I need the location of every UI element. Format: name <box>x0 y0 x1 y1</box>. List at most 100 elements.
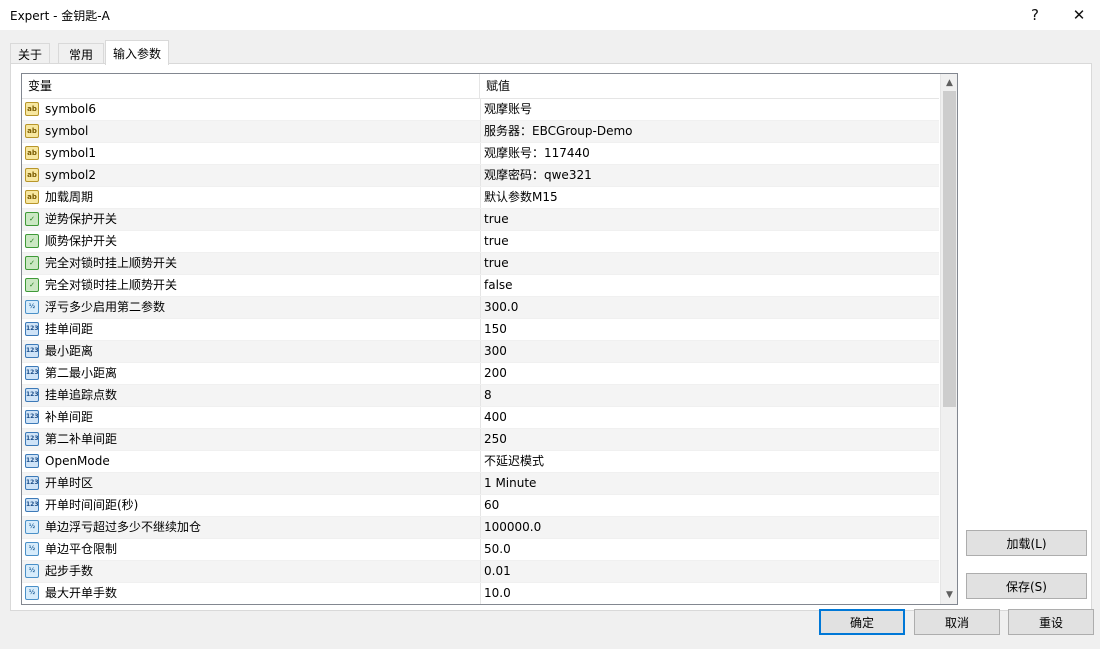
value-cell[interactable]: 200 <box>480 363 943 384</box>
variable-name: 挂单追踪点数 <box>45 388 118 402</box>
variable-cell: 123 最小距离 <box>22 341 479 362</box>
table-row[interactable]: 123 开单时间间距(秒) 60 <box>22 495 939 517</box>
tab-common[interactable]: 常用 <box>58 43 104 64</box>
variable-cell: ✓ 逆势保护开关 <box>22 209 479 230</box>
variable-cell: ✓ 完全对锁时挂上顺势开关 <box>22 275 479 296</box>
table-row[interactable]: ab symbol 服务器：EBCGroup-Demo <box>22 121 939 143</box>
table-row[interactable]: 123 最小距离 300 <box>22 341 939 363</box>
cancel-button[interactable]: 取消 <box>914 609 1000 635</box>
int-icon: 123 <box>25 388 39 402</box>
value-cell[interactable]: 150 <box>480 319 943 340</box>
variable-name: 最大开单手数 <box>45 586 118 600</box>
variable-name: 逆势保护开关 <box>45 212 118 226</box>
variable-name: symbol6 <box>45 102 96 116</box>
table-row[interactable]: 123 挂单间距 150 <box>22 319 939 341</box>
table-row[interactable]: 123 OpenMode 不延迟模式 <box>22 451 939 473</box>
variable-cell: 123 第二最小距离 <box>22 363 479 384</box>
tab-inputs[interactable]: 输入参数 <box>105 40 169 65</box>
variable-name: 补单间距 <box>45 410 94 424</box>
table-row[interactable]: ½ 浮亏多少启用第二参数 300.0 <box>22 297 939 319</box>
title-bar: Expert - 金钥匙-A ? ✕ <box>0 0 1100 30</box>
value-cell[interactable]: 不延迟模式 <box>480 451 943 472</box>
value-cell[interactable]: 10.0 <box>480 583 943 604</box>
double-icon: ½ <box>25 586 39 600</box>
scroll-up-arrow-icon[interactable]: ▲ <box>941 74 957 91</box>
table-row[interactable]: 123 挂单追踪点数 8 <box>22 385 939 407</box>
table-body: ab symbol6 观摩账号 ab symbol 服务器：EBCGroup-Demo ab… <box>22 99 939 604</box>
table-row[interactable]: ½ 单边浮亏超过多少不继续加仓 100000.0 <box>22 517 939 539</box>
variable-name: 加载周期 <box>45 190 94 204</box>
table-row[interactable]: 123 开单时区 1 Minute <box>22 473 939 495</box>
help-icon: ? <box>1031 6 1039 24</box>
table-row[interactable]: ab symbol6 观摩账号 <box>22 99 939 121</box>
value-cell[interactable]: 50.0 <box>480 539 943 560</box>
value-cell[interactable]: 8 <box>480 385 943 406</box>
variable-cell: ab symbol <box>22 121 479 142</box>
bool-icon: ✓ <box>25 278 39 292</box>
double-icon: ½ <box>25 542 39 556</box>
value-cell[interactable]: true <box>480 253 943 274</box>
value-cell[interactable]: 默认参数M15 <box>480 187 943 208</box>
close-button[interactable]: ✕ <box>1056 0 1100 30</box>
value-cell[interactable]: false <box>480 275 943 296</box>
int-icon: 123 <box>25 432 39 446</box>
column-header-variable[interactable]: 变量 <box>22 74 52 98</box>
variable-cell: 123 开单时区 <box>22 473 479 494</box>
load-button[interactable]: 加载(L) <box>966 530 1087 556</box>
value-cell[interactable]: 300.0 <box>480 297 943 318</box>
value-cell[interactable]: 250 <box>480 429 943 450</box>
table-row[interactable]: ab symbol2 观摩密码：qwe321 <box>22 165 939 187</box>
value-cell[interactable]: true <box>480 231 943 252</box>
value-cell[interactable]: 100000.0 <box>480 517 943 538</box>
value-cell[interactable]: 300 <box>480 341 943 362</box>
table-row[interactable]: ✓ 完全对锁时挂上顺势开关 true <box>22 253 939 275</box>
variable-name: symbol <box>45 124 89 138</box>
string-icon: ab <box>25 102 39 116</box>
int-icon: 123 <box>25 498 39 512</box>
reset-button[interactable]: 重设 <box>1008 609 1094 635</box>
int-icon: 123 <box>25 410 39 424</box>
string-icon: ab <box>25 168 39 182</box>
table-header: 变量 赋值 <box>22 74 939 99</box>
ok-button[interactable]: 确定 <box>819 609 905 635</box>
value-cell[interactable]: 观摩账号：117440 <box>480 143 943 164</box>
variable-cell: ✓ 完全对锁时挂上顺势开关 <box>22 253 479 274</box>
table-row[interactable]: ✓ 逆势保护开关 true <box>22 209 939 231</box>
bool-icon: ✓ <box>25 234 39 248</box>
table-row[interactable]: 123 第二最小距离 200 <box>22 363 939 385</box>
column-header-value[interactable]: 赋值 <box>480 74 510 98</box>
scroll-thumb[interactable] <box>943 91 956 407</box>
parameters-table[interactable]: 变量 赋值 ab symbol6 观摩账号 ab symbol 服务器：EBCGroup-… <box>21 73 958 605</box>
variable-cell: ½ 浮亏多少启用第二参数 <box>22 297 479 318</box>
table-row[interactable]: ab 加载周期 默认参数M15 <box>22 187 939 209</box>
table-row[interactable]: ab symbol1 观摩账号：117440 <box>22 143 939 165</box>
variable-name: 挂单间距 <box>45 322 94 336</box>
variable-cell: 123 补单间距 <box>22 407 479 428</box>
table-row[interactable]: 123 补单间距 400 <box>22 407 939 429</box>
value-cell[interactable]: 观摩密码：qwe321 <box>480 165 943 186</box>
variable-name: 单边平仓限制 <box>45 542 118 556</box>
scroll-down-arrow-icon[interactable]: ▼ <box>941 586 957 603</box>
variable-name: 顺势保护开关 <box>45 234 118 248</box>
value-cell[interactable]: 0.01 <box>480 561 943 582</box>
table-row[interactable]: ½ 最大开单手数 10.0 <box>22 583 939 604</box>
value-cell[interactable]: 服务器：EBCGroup-Demo <box>480 121 943 142</box>
vertical-scrollbar[interactable]: ▲ ▼ <box>940 74 957 604</box>
table-row[interactable]: ✓ 完全对锁时挂上顺势开关 false <box>22 275 939 297</box>
value-cell[interactable]: 60 <box>480 495 943 516</box>
table-row[interactable]: ✓ 顺势保护开关 true <box>22 231 939 253</box>
table-row[interactable]: ½ 起步手数 0.01 <box>22 561 939 583</box>
table-row[interactable]: ½ 单边平仓限制 50.0 <box>22 539 939 561</box>
save-button[interactable]: 保存(S) <box>966 573 1087 599</box>
value-cell[interactable]: 1 Minute <box>480 473 943 494</box>
window-title: Expert - 金钥匙-A <box>10 9 110 23</box>
table-row[interactable]: 123 第二补单间距 250 <box>22 429 939 451</box>
value-cell[interactable]: 400 <box>480 407 943 428</box>
value-cell[interactable]: true <box>480 209 943 230</box>
variable-cell: ab symbol1 <box>22 143 479 164</box>
variable-cell: ab 加载周期 <box>22 187 479 208</box>
help-button[interactable]: ? <box>1012 0 1058 30</box>
value-cell[interactable]: 观摩账号 <box>480 99 943 120</box>
tab-about[interactable]: 关于 <box>10 43 50 64</box>
variable-name: 开单时间间距(秒) <box>45 498 139 512</box>
